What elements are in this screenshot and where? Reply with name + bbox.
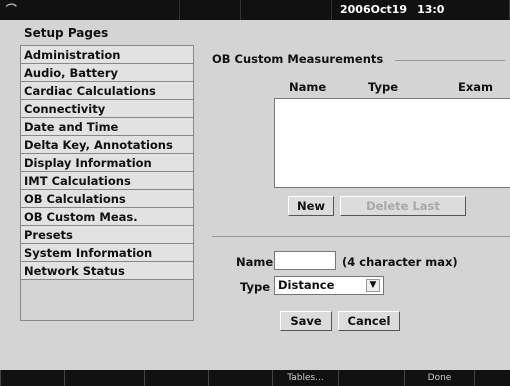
system-logo-icon: ⌒ (0, 0, 180, 20)
setup-page-ob-calculations[interactable]: OB Calculations (21, 190, 193, 208)
softkey-done[interactable]: Done (404, 370, 474, 386)
date-text: 2006Oct19 (340, 3, 408, 16)
softkey-empty[interactable] (64, 370, 144, 386)
type-select-value: Distance (278, 278, 335, 292)
setup-page-display-information[interactable]: Display Information (21, 154, 193, 172)
date-time-display: 2006Oct19 13:0 (332, 0, 510, 20)
section-divider (212, 236, 510, 237)
new-button[interactable]: New (288, 196, 334, 216)
setup-page-presets[interactable]: Presets (21, 226, 193, 244)
name-label: Name (236, 255, 274, 269)
status-cell (241, 0, 332, 20)
softkey-empty[interactable] (338, 370, 404, 386)
setup-page-date-time[interactable]: Date and Time (21, 118, 193, 136)
setup-page-connectivity[interactable]: Connectivity (21, 100, 193, 118)
setup-page-system-information[interactable]: System Information (21, 244, 193, 262)
name-hint: (4 character max) (342, 255, 458, 269)
column-header-type: Type (368, 80, 399, 94)
setup-pages-title: Setup Pages (24, 26, 109, 40)
softkey-empty[interactable] (474, 370, 510, 386)
type-select[interactable]: Distance ▼ (274, 276, 384, 295)
status-cell (180, 0, 241, 20)
softkey-bar: Tables... Done (0, 370, 510, 386)
setup-page-administration[interactable]: Administration (21, 46, 193, 64)
softkey-empty[interactable] (144, 370, 208, 386)
softkey-empty[interactable] (0, 370, 64, 386)
group-divider (395, 60, 505, 61)
setup-page-delta-key[interactable]: Delta Key, Annotations (21, 136, 193, 154)
column-header-name: Name (289, 80, 327, 94)
time-text: 13:0 (417, 3, 445, 16)
chevron-down-icon[interactable]: ▼ (366, 279, 380, 292)
column-header-exam: Exam (458, 80, 494, 94)
type-label: Type (240, 280, 271, 294)
cancel-button[interactable]: Cancel (338, 311, 400, 331)
softkey-empty[interactable] (208, 370, 272, 386)
setup-page-imt-calculations[interactable]: IMT Calculations (21, 172, 193, 190)
setup-page-ob-custom-meas[interactable]: OB Custom Meas. (21, 208, 193, 226)
setup-page-network-status[interactable]: Network Status (21, 262, 193, 280)
name-input[interactable] (274, 251, 336, 270)
setup-page-cardiac-calculations[interactable]: Cardiac Calculations (21, 82, 193, 100)
save-button[interactable]: Save (280, 311, 332, 331)
setup-page-audio-battery[interactable]: Audio, Battery (21, 64, 193, 82)
setup-pages-list: Administration Audio, Battery Cardiac Ca… (20, 45, 194, 321)
softkey-tables[interactable]: Tables... (272, 370, 338, 386)
ob-custom-measurements-title: OB Custom Measurements (212, 52, 384, 66)
top-status-bar: ⌒ 2006Oct19 13:0 (0, 0, 510, 20)
measurements-list[interactable] (274, 98, 510, 188)
delete-last-button[interactable]: Delete Last (340, 196, 466, 216)
